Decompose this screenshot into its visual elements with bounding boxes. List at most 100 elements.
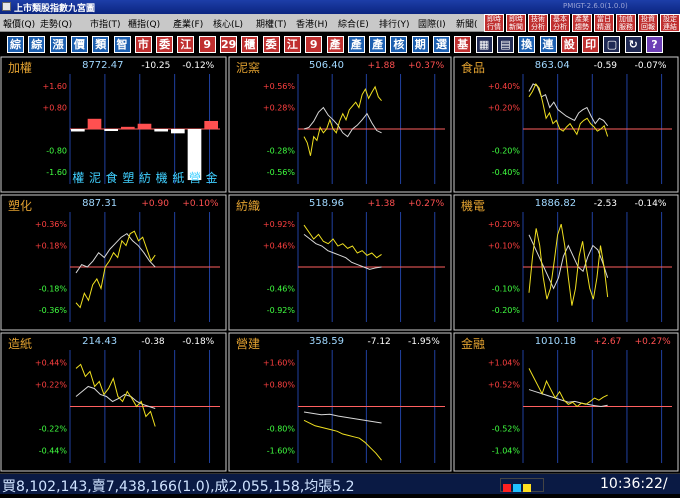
menu-item-7[interactable]: 香港(H) bbox=[296, 17, 328, 30]
index-percent: -0.12% bbox=[182, 61, 215, 71]
menu-item-1[interactable]: 走勢(Q) bbox=[40, 17, 72, 30]
quick-button-8[interactable]: 設定連結 bbox=[660, 14, 680, 32]
toolbar-button-27[interactable]: 印 bbox=[582, 36, 600, 53]
bar-label: 金 bbox=[206, 170, 218, 185]
menu-item-0[interactable]: 報價(Q) bbox=[3, 17, 35, 30]
bar-label: 紙 bbox=[172, 170, 184, 185]
quick-button-0[interactable]: 即時行情 bbox=[484, 14, 504, 32]
toolbar-button-6[interactable]: 市 bbox=[134, 36, 152, 53]
panel-6[interactable]: +0.44% +0.22% -0.22% -0.44% 造紙 214.43 -0.38 -0.… bbox=[0, 332, 228, 473]
quick-button-2[interactable]: 技術分析 bbox=[528, 14, 548, 32]
axis-tick-label: +0.80 bbox=[42, 104, 67, 113]
panel-7[interactable]: +1.60% +0.80% -0.80% -1.60% 營建 358.59 -7.12 -1.… bbox=[228, 332, 453, 473]
toolbar-button-13[interactable]: 江 bbox=[283, 36, 301, 53]
index-change: +1.88 bbox=[367, 61, 396, 71]
toolbar-button-21[interactable]: 基 bbox=[454, 36, 472, 53]
bar-label: 權 bbox=[72, 171, 84, 185]
menu-item-6[interactable]: 期權(T) bbox=[256, 17, 287, 30]
index-value: 214.43 bbox=[82, 336, 118, 347]
quick-button-1[interactable]: 即時新聞 bbox=[506, 14, 526, 32]
menu-item-8[interactable]: 綜合(E) bbox=[338, 17, 369, 30]
toolbar-button-1[interactable]: 綜 bbox=[28, 36, 46, 53]
panel-0[interactable]: +1.60 +0.80 -0.80 -1.60 權泥食塑紡機紙營金 加權 8772.47 -1… bbox=[0, 56, 228, 194]
toolbar-button-5[interactable]: 智 bbox=[113, 36, 131, 53]
toolbar-button-24[interactable]: 換 bbox=[518, 36, 536, 53]
menu-item-2[interactable]: 市指(T) bbox=[90, 17, 121, 30]
axis-tick-label: -0.46% bbox=[267, 284, 296, 293]
panel-1[interactable]: +0.56% +0.28% -0.28% -0.56% 泥窯 506.40 +1.88 +0.… bbox=[228, 56, 453, 194]
index-percent: +0.10% bbox=[182, 199, 219, 209]
panel-title: 造紙 bbox=[8, 337, 33, 351]
nine-grid: +1.60 +0.80 -0.80 -1.60 權泥食塑紡機紙營金 加權 8772.47 -1… bbox=[0, 56, 680, 473]
panel-title: 食品 bbox=[461, 61, 486, 75]
menu-item-10[interactable]: 國際(I) bbox=[418, 17, 446, 30]
menu-item-5[interactable]: 核心(L) bbox=[213, 17, 243, 30]
quick-button-6[interactable]: 加值服務 bbox=[616, 14, 636, 32]
index-value: 863.04 bbox=[534, 60, 570, 71]
toolbar-button-0[interactable]: 綜 bbox=[7, 36, 24, 53]
toolbar-button-3[interactable]: 價 bbox=[70, 36, 88, 53]
toolbar-button-12[interactable]: 委 bbox=[262, 36, 280, 53]
axis-tick-label: -0.18% bbox=[39, 284, 68, 293]
window-title: 上市類股指數九宮圖 bbox=[14, 4, 96, 14]
toolbar-button-20[interactable]: 選 bbox=[433, 36, 450, 53]
panel-4[interactable]: +0.92% +0.46% -0.46% -0.92% 紡織 518.96 +1.38 +0.… bbox=[228, 194, 453, 332]
axis-tick-label: -0.20% bbox=[492, 306, 521, 315]
toolbar-button-10[interactable]: 29 bbox=[220, 36, 237, 53]
toolbar-button-7[interactable]: 委 bbox=[156, 36, 174, 53]
axis-tick-label: +0.22% bbox=[35, 380, 68, 389]
page-icon[interactable]: ▢ bbox=[603, 36, 621, 53]
index-value: 506.40 bbox=[309, 60, 344, 71]
news-icon[interactable]: ▤ bbox=[496, 36, 514, 53]
index-line bbox=[528, 368, 608, 408]
quick-button-4[interactable]: 產業趨勢 bbox=[572, 14, 592, 32]
refresh-icon[interactable]: ↻ bbox=[624, 36, 642, 53]
axis-tick-label: +0.20% bbox=[488, 104, 521, 113]
panel-2[interactable]: +0.40% +0.20% -0.20% -0.40% 食品 863.04 -0.59 -0.… bbox=[453, 56, 680, 194]
axis-tick-label: -0.28% bbox=[267, 146, 296, 155]
toolbar-button-15[interactable]: 產 bbox=[326, 36, 344, 53]
toolbar-button-4[interactable]: 類 bbox=[92, 36, 110, 53]
toolbar-button-16[interactable]: 產 bbox=[347, 36, 365, 53]
toolbar-button-25[interactable]: 連 bbox=[539, 36, 557, 53]
toolbar-button-2[interactable]: 漲 bbox=[49, 36, 67, 53]
axis-tick-label: -0.80% bbox=[267, 425, 296, 434]
axis-tick-label: +0.92% bbox=[263, 220, 296, 229]
axis-tick-label: -0.36% bbox=[39, 306, 68, 315]
panel-3[interactable]: +0.36% +0.18% -0.18% -0.36% 塑化 887.31 +0.90 +0.… bbox=[0, 194, 228, 332]
panel-5[interactable]: +0.20% +0.10% -0.10% -0.20% 機電 1886.82 -2.53 -0… bbox=[453, 194, 680, 332]
quick-button-7[interactable]: 投資回報 bbox=[638, 14, 658, 32]
index-value: 1886.82 bbox=[534, 198, 577, 209]
toolbar-button-17[interactable]: 產 bbox=[369, 36, 387, 53]
toolbar-button-19[interactable]: 期 bbox=[411, 36, 429, 53]
axis-tick-label: -0.44% bbox=[39, 447, 68, 456]
menu-item-11[interactable]: 新聞( bbox=[456, 17, 478, 30]
axis-tick-label: -1.60% bbox=[267, 447, 296, 456]
menu-item-4[interactable]: 產業(F) bbox=[173, 17, 203, 30]
axis-tick-label: +0.52% bbox=[488, 380, 521, 389]
grid-icon[interactable]: ▦ bbox=[475, 36, 493, 53]
toolbar-button-11[interactable]: 櫃 bbox=[241, 36, 259, 53]
toolbar-button-9[interactable]: 9 bbox=[198, 36, 216, 53]
help-icon[interactable]: ? bbox=[646, 36, 663, 53]
toolbar-button-26[interactable]: 設 bbox=[560, 36, 578, 53]
bar bbox=[171, 129, 185, 134]
panel-chart: +0.40% +0.20% -0.20% -0.40% bbox=[453, 56, 679, 193]
quick-button-5[interactable]: 當日精選 bbox=[594, 14, 614, 32]
menu-item-9[interactable]: 排行(Y) bbox=[379, 17, 410, 30]
axis-tick-label: -0.20% bbox=[492, 146, 521, 155]
bar bbox=[137, 123, 152, 129]
panel-title: 塑化 bbox=[8, 199, 33, 213]
index-value: 1010.18 bbox=[534, 336, 577, 347]
toolbar-button-8[interactable]: 江 bbox=[177, 36, 195, 53]
toolbar-button-18[interactable]: 核 bbox=[390, 36, 408, 53]
panel-title: 泥窯 bbox=[236, 61, 261, 75]
toolbar-button-14[interactable]: 9 bbox=[305, 36, 323, 53]
axis-tick-label: +0.20% bbox=[488, 220, 521, 229]
bar bbox=[104, 129, 118, 131]
quick-button-3[interactable]: 基本分析 bbox=[550, 14, 570, 32]
menu-item-3[interactable]: 櫃指(Q) bbox=[128, 17, 160, 30]
panel-8[interactable]: +1.04% +0.52% -0.52% -1.04% 金融 1010.18 +2.67 +0… bbox=[453, 332, 680, 473]
bar bbox=[204, 120, 218, 129]
panel-chart: +0.44% +0.22% -0.22% -0.44% bbox=[0, 332, 227, 472]
